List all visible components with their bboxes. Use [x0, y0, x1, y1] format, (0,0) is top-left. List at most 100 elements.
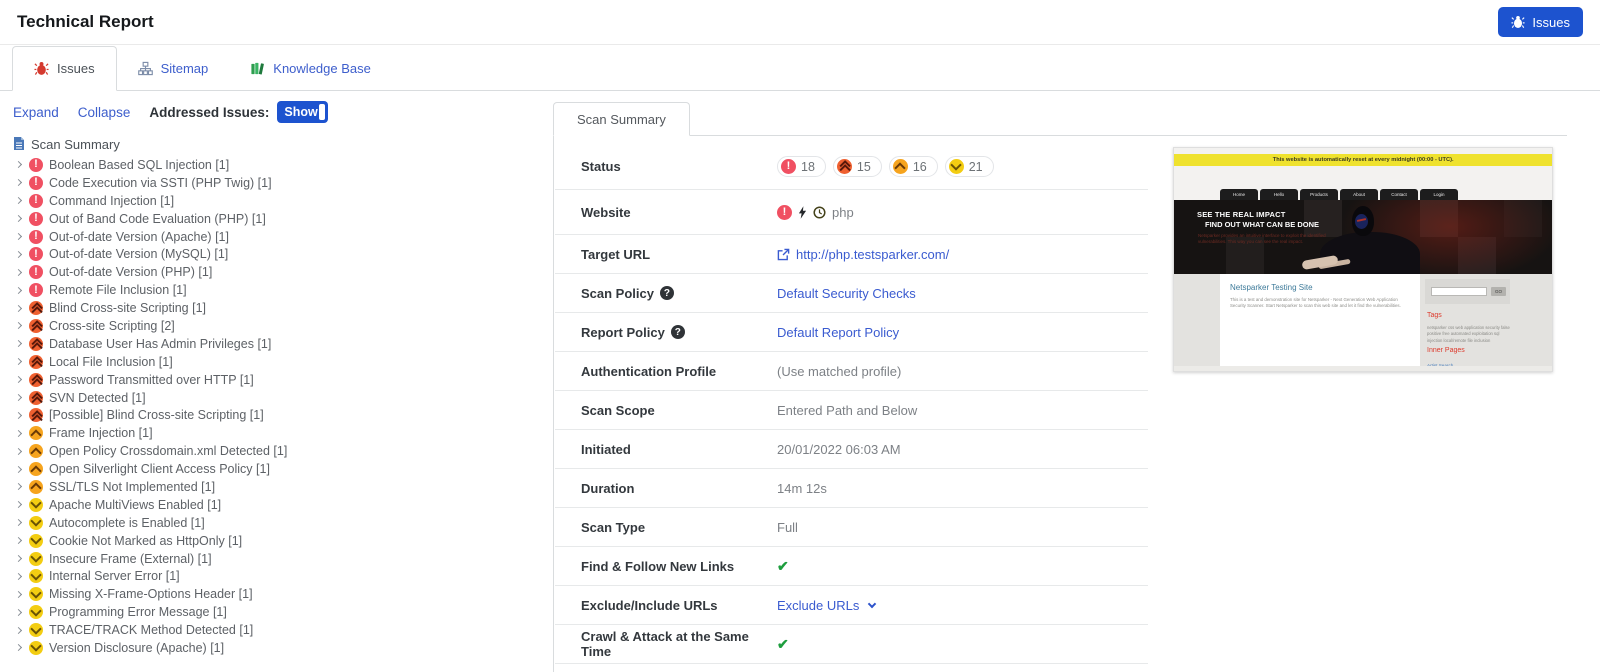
chevron-right-icon[interactable] [14, 572, 23, 580]
scan-summary-tab[interactable]: Scan Summary [553, 102, 690, 136]
tree-item[interactable]: Out-of-date Version (MySQL) [1] [13, 245, 543, 263]
tree-item-label: Open Silverlight Client Access Policy [49, 462, 253, 477]
tree-item[interactable]: Password Transmitted over HTTP [1] [13, 371, 543, 389]
tree-item-count: [1] [212, 605, 227, 620]
report-policy-link[interactable]: Default Report Policy [777, 325, 899, 340]
chevron-right-icon[interactable] [14, 465, 23, 473]
tab-sitemap-label: Sitemap [160, 60, 209, 76]
tree-item[interactable]: Apache MultiViews Enabled [1] [13, 496, 543, 514]
chevron-right-icon[interactable] [14, 483, 23, 491]
severity-icon [29, 354, 43, 369]
technical-report-page: Technical Report Issues Issues Sitemap K… [0, 0, 1600, 672]
severity-count-badge[interactable]: 21 [944, 156, 994, 177]
tree-item[interactable]: Open Silverlight Client Access Policy [1… [13, 460, 543, 478]
severity-count-badge[interactable]: 16 [888, 156, 938, 177]
chevron-right-icon[interactable] [14, 554, 23, 563]
tree-item[interactable]: SVN Detected [1] [13, 389, 543, 407]
website-label: Website [581, 204, 631, 220]
tree-item[interactable]: Out-of-date Version (Apache) [1] [13, 228, 543, 246]
tab-sitemap[interactable]: Sitemap [117, 46, 230, 90]
bug-icon [34, 61, 49, 76]
tree-item[interactable]: Cross-site Scripting [2] [13, 317, 543, 335]
chevron-right-icon[interactable] [14, 268, 23, 276]
severity-icon [29, 551, 43, 566]
addressed-issues-toggle[interactable]: Show [277, 101, 329, 123]
severity-count-badge[interactable]: 18 [777, 156, 826, 177]
help-icon[interactable]: ? [670, 325, 685, 339]
tree-item[interactable]: Blind Cross-site Scripting [1] [13, 299, 543, 317]
tree-item-count: [1] [138, 426, 153, 441]
tree-item[interactable]: [Possible] Blind Cross-site Scripting [1… [13, 406, 543, 424]
chevron-right-icon[interactable] [14, 393, 23, 402]
severity-count-badge[interactable]: 15 [832, 156, 882, 177]
chevron-right-icon[interactable] [14, 197, 23, 205]
chevron-right-icon[interactable] [14, 644, 23, 652]
tree-item[interactable]: Cookie Not Marked as HttpOnly [1] [13, 532, 543, 550]
chevron-right-icon[interactable] [14, 447, 23, 455]
tree-item[interactable]: Remote File Inclusion [1] [13, 281, 543, 299]
tree-item[interactable]: TRACE/TRACK Method Detected [1] [13, 621, 543, 639]
chevron-right-icon[interactable] [14, 286, 23, 294]
chevron-right-icon[interactable] [14, 161, 23, 169]
tree-root-scan-summary[interactable]: Scan Summary [13, 134, 543, 154]
check-icon: ✔ [777, 635, 789, 652]
issues-button[interactable]: Issues [1498, 7, 1583, 37]
tree-item[interactable]: Database User Has Admin Privileges [1] [13, 335, 543, 353]
initiated-value: 20/01/2022 06:03 AM [777, 441, 901, 457]
chevron-right-icon[interactable] [14, 232, 23, 241]
severity-icon [836, 159, 852, 174]
tree-item[interactable]: Insecure Frame (External) [1] [13, 550, 543, 568]
tree-item[interactable]: Open Policy Crossdomain.xml Detected [1] [13, 442, 543, 460]
chevron-right-icon[interactable] [14, 304, 23, 312]
scan-policy-link[interactable]: Default Security Checks [777, 286, 916, 301]
chevron-right-icon[interactable] [14, 358, 23, 366]
tree-item-count: [1] [192, 301, 207, 316]
tree-item-label: Missing X-Frame-Options Header [49, 587, 236, 602]
chevron-right-icon[interactable] [14, 429, 23, 437]
chevron-right-icon[interactable] [14, 376, 23, 384]
tree-item[interactable]: Programming Error Message [1] [13, 603, 543, 621]
tree-item-label: Password Transmitted over HTTP [49, 372, 237, 387]
tree-item[interactable]: Autocomplete is Enabled [1] [13, 514, 543, 532]
tree-item[interactable]: Missing X-Frame-Options Header [1] [13, 585, 543, 603]
tree-item[interactable]: Out of Band Code Evaluation (PHP) [1] [13, 210, 543, 228]
expand-link[interactable]: Expand [13, 105, 59, 120]
help-icon[interactable]: ? [659, 286, 674, 300]
tree-item[interactable]: Internal Server Error [1] [13, 567, 543, 585]
chevron-right-icon[interactable] [14, 340, 23, 348]
chevron-right-icon[interactable] [14, 590, 23, 598]
chevron-right-icon[interactable] [14, 519, 23, 527]
thumbnail-nav-tab: Contact [1380, 189, 1418, 200]
tree-item[interactable]: Out-of-date Version (PHP) [1] [13, 263, 543, 281]
severity-icon [29, 247, 43, 262]
tree-item-label: Code Execution via SSTI (PHP Twig) [49, 175, 255, 190]
tree-item[interactable]: Command Injection [1] [13, 192, 543, 210]
tree-item[interactable]: SSL/TLS Not Implemented [1] [13, 478, 543, 496]
chevron-right-icon[interactable] [14, 501, 23, 509]
chevron-right-icon[interactable] [14, 215, 23, 223]
chevron-right-icon[interactable] [14, 537, 23, 545]
tree-item[interactable]: Boolean Based SQL Injection [1] [13, 156, 543, 174]
chevron-right-icon[interactable] [14, 626, 23, 634]
tab-knowledge-base[interactable]: Knowledge Base [229, 46, 392, 90]
chevron-right-icon[interactable] [14, 608, 23, 616]
thumbnail-tags-text: netsparker css web application security … [1427, 325, 1510, 343]
tree-item[interactable]: Code Execution via SSTI (PHP Twig) [1] [13, 174, 543, 192]
target-url-link[interactable]: http://php.testsparker.com/ [796, 247, 949, 262]
chevron-right-icon[interactable] [14, 250, 23, 258]
chevron-right-icon[interactable] [14, 411, 23, 419]
scan-scope-value: Entered Path and Below [777, 402, 918, 418]
chevron-right-icon[interactable] [14, 179, 23, 187]
website-thumbnail[interactable]: This website is automatically reset at e… [1173, 147, 1553, 372]
tree-item[interactable]: Version Disclosure (Apache) [1] [13, 639, 543, 657]
severity-icon [29, 157, 43, 172]
chevron-down-icon[interactable] [868, 599, 877, 608]
tab-issues[interactable]: Issues [12, 46, 117, 91]
tree-item[interactable]: Local File Inclusion [1] [13, 353, 543, 371]
thumbnail-content: Netsparker Testing Site This is a test a… [1174, 274, 1552, 368]
chevron-right-icon[interactable] [14, 322, 23, 330]
scan-type-value: Full [777, 519, 798, 535]
exclude-urls-link[interactable]: Exclude URLs [777, 598, 859, 613]
collapse-link[interactable]: Collapse [78, 105, 131, 120]
tree-item[interactable]: Frame Injection [1] [13, 424, 543, 442]
